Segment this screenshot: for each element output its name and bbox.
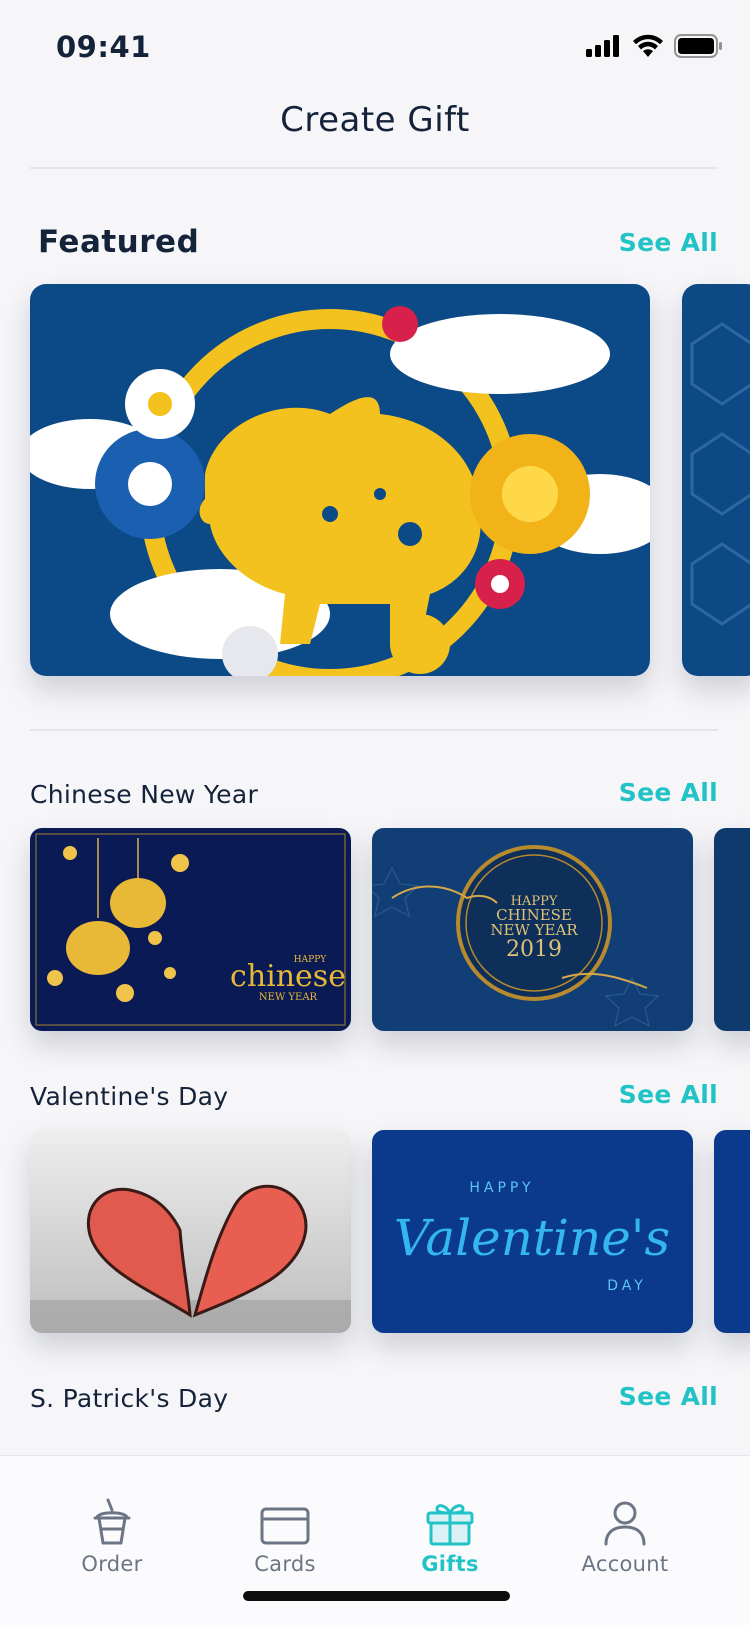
- status-bar: 09:41: [0, 0, 750, 96]
- featured-see-all-link[interactable]: See All: [619, 228, 718, 257]
- page-title: Create Gift: [280, 100, 470, 140]
- card-day-text: DAY: [607, 1278, 647, 1294]
- gift-card-chinese-next[interactable]: [714, 828, 750, 1031]
- tab-gifts-label: Gifts: [421, 1552, 479, 1576]
- gift-card-valentines-next[interactable]: [714, 1130, 750, 1333]
- signal-icon: [586, 35, 619, 57]
- tab-order-label: Order: [81, 1552, 143, 1576]
- status-time: 09:41: [56, 30, 151, 64]
- card-year-text: 2019: [506, 937, 562, 962]
- tab-order[interactable]: Order: [62, 1456, 162, 1576]
- gift-card-happy-valentines[interactable]: HAPPY Valentine's DAY: [372, 1130, 693, 1333]
- featured-card-pig[interactable]: [30, 284, 650, 676]
- gift-card-chinese-lanterns[interactable]: HAPPY chinese NEW YEAR: [30, 828, 351, 1031]
- chinese-new-year-see-all-link[interactable]: See All: [619, 778, 718, 807]
- tab-cards-label: Cards: [254, 1552, 316, 1576]
- gift-card-chinese-2019[interactable]: HAPPY CHINESE NEW YEAR 2019: [372, 828, 693, 1031]
- card-valentines-text: Valentine's: [394, 1209, 670, 1267]
- gift-card-red-hearts[interactable]: [30, 1130, 351, 1333]
- st-patricks-see-all-link[interactable]: See All: [619, 1382, 718, 1411]
- card-chinese-text: chinese: [230, 959, 346, 994]
- card-icon: [260, 1507, 310, 1545]
- tab-account[interactable]: Account: [575, 1456, 675, 1576]
- gift-icon: [426, 1504, 474, 1546]
- featured-card-next[interactable]: [682, 284, 750, 676]
- battery-icon: [674, 34, 722, 58]
- tab-account-label: Account: [581, 1552, 669, 1576]
- card-happy-text: HAPPY: [469, 1180, 534, 1196]
- card-new-year-text: NEW YEAR: [259, 992, 318, 1003]
- featured-title: Featured: [38, 224, 200, 260]
- section-divider: [30, 729, 718, 731]
- home-indicator: [243, 1591, 510, 1601]
- cup-icon: [93, 1498, 131, 1545]
- section-title-st-patricks-day: S. Patrick's Day: [30, 1384, 229, 1413]
- pig-illustration: [30, 284, 650, 676]
- wifi-icon: [633, 34, 663, 57]
- user-icon: [604, 1501, 646, 1546]
- valentines-see-all-link[interactable]: See All: [619, 1080, 718, 1109]
- section-title-valentines-day: Valentine's Day: [30, 1082, 229, 1111]
- section-title-chinese-new-year: Chinese New Year: [30, 780, 259, 809]
- tab-gifts[interactable]: Gifts: [400, 1456, 500, 1576]
- header-divider: [30, 167, 718, 169]
- tab-cards[interactable]: Cards: [235, 1456, 335, 1576]
